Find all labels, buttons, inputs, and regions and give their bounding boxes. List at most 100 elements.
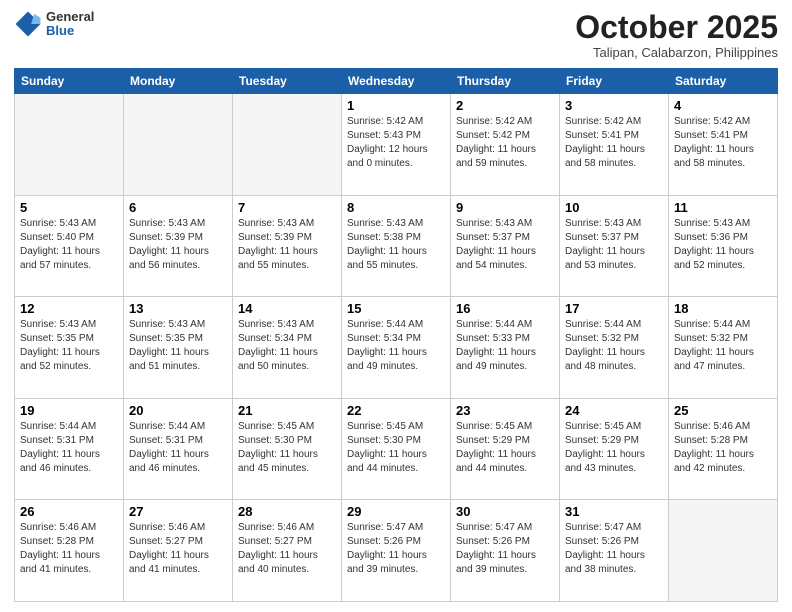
calendar-cell: 4Sunrise: 5:42 AMSunset: 5:41 PMDaylight… xyxy=(669,94,778,196)
calendar-table: SundayMondayTuesdayWednesdayThursdayFrid… xyxy=(14,68,778,602)
day-number: 28 xyxy=(238,504,336,519)
calendar-week-row: 12 Sunrise: 5:43 AMSunset: 5:35 PMDayligh… xyxy=(15,297,778,399)
calendar-cell: 1 Sunrise: 5:42 AMSunset: 5:43 PMDaylight… xyxy=(342,94,451,196)
calendar-header-row: SundayMondayTuesdayWednesdayThursdayFrid… xyxy=(15,69,778,94)
day-number: 20 xyxy=(129,403,227,418)
calendar-cell: 3Sunrise: 5:42 AMSunset: 5:41 PMDaylight… xyxy=(560,94,669,196)
day-number: 23 xyxy=(456,403,554,418)
day-number: 6 xyxy=(129,200,227,215)
logo-blue: Blue xyxy=(46,24,94,38)
day-info: Sunrise: 5:43 AMSunset: 5:39 PMDaylight:… xyxy=(129,217,227,273)
calendar-cell: 11Sunrise: 5:43 AMSunset: 5:36 PMDayligh… xyxy=(669,195,778,297)
day-info: Sunrise: 5:46 AMSunset: 5:27 PMDaylight:… xyxy=(129,521,227,577)
day-number: 13 xyxy=(129,301,227,316)
day-info: Sunrise: 5:43 AMSunset: 5:37 PMDaylight:… xyxy=(565,217,663,273)
day-number: 8 xyxy=(347,200,445,215)
calendar-cell xyxy=(669,500,778,602)
day-info: Sunrise: 5:43 AMSunset: 5:35 PMDaylight:… xyxy=(129,318,227,374)
calendar-cell: 23 Sunrise: 5:45 AMSunset: 5:29 PMDayligh… xyxy=(451,398,560,500)
calendar-cell: 10 Sunrise: 5:43 AMSunset: 5:37 PMDayligh… xyxy=(560,195,669,297)
day-number: 10 xyxy=(565,200,663,215)
calendar-cell: 26 Sunrise: 5:46 AMSunset: 5:28 PMDayligh… xyxy=(15,500,124,602)
day-info: Sunrise: 5:44 AMSunset: 5:32 PMDaylight:… xyxy=(674,318,772,374)
calendar-cell: 12 Sunrise: 5:43 AMSunset: 5:35 PMDayligh… xyxy=(15,297,124,399)
day-header-friday: Friday xyxy=(560,69,669,94)
day-number: 4 xyxy=(674,98,772,113)
calendar-cell: 29 Sunrise: 5:47 AMSunset: 5:26 PMDayligh… xyxy=(342,500,451,602)
day-number: 26 xyxy=(20,504,118,519)
calendar-cell: 14Sunrise: 5:43 AMSunset: 5:34 PMDayligh… xyxy=(233,297,342,399)
day-info: Sunrise: 5:43 AMSunset: 5:34 PMDaylight:… xyxy=(238,318,336,374)
day-number: 24 xyxy=(565,403,663,418)
day-header-thursday: Thursday xyxy=(451,69,560,94)
calendar-cell xyxy=(233,94,342,196)
day-number: 31 xyxy=(565,504,663,519)
calendar-week-row: 19 Sunrise: 5:44 AMSunset: 5:31 PMDayligh… xyxy=(15,398,778,500)
calendar-cell: 30 Sunrise: 5:47 AMSunset: 5:26 PMDayligh… xyxy=(451,500,560,602)
calendar-cell xyxy=(124,94,233,196)
day-number: 2 xyxy=(456,98,554,113)
day-number: 25 xyxy=(674,403,772,418)
day-info: Sunrise: 5:46 AMSunset: 5:28 PMDaylight:… xyxy=(674,420,772,476)
calendar-cell: 9 Sunrise: 5:43 AMSunset: 5:37 PMDaylight… xyxy=(451,195,560,297)
day-number: 22 xyxy=(347,403,445,418)
day-number: 30 xyxy=(456,504,554,519)
day-number: 1 xyxy=(347,98,445,113)
day-info: Sunrise: 5:46 AMSunset: 5:28 PMDaylight:… xyxy=(20,521,118,577)
day-info: Sunrise: 5:44 AMSunset: 5:33 PMDaylight:… xyxy=(456,318,554,374)
day-number: 29 xyxy=(347,504,445,519)
calendar-cell: 8 Sunrise: 5:43 AMSunset: 5:38 PMDaylight… xyxy=(342,195,451,297)
calendar-cell: 16 Sunrise: 5:44 AMSunset: 5:33 PMDayligh… xyxy=(451,297,560,399)
day-number: 9 xyxy=(456,200,554,215)
day-header-monday: Monday xyxy=(124,69,233,94)
calendar-cell: 22 Sunrise: 5:45 AMSunset: 5:30 PMDayligh… xyxy=(342,398,451,500)
calendar-cell: 18Sunrise: 5:44 AMSunset: 5:32 PMDayligh… xyxy=(669,297,778,399)
day-number: 17 xyxy=(565,301,663,316)
day-info: Sunrise: 5:44 AMSunset: 5:34 PMDaylight:… xyxy=(347,318,445,374)
header: General Blue October 2025 Talipan, Calab… xyxy=(14,10,778,60)
day-info: Sunrise: 5:45 AMSunset: 5:29 PMDaylight:… xyxy=(456,420,554,476)
day-info: Sunrise: 5:43 AMSunset: 5:36 PMDaylight:… xyxy=(674,217,772,273)
day-number: 5 xyxy=(20,200,118,215)
day-info: Sunrise: 5:43 AMSunset: 5:37 PMDaylight:… xyxy=(456,217,554,273)
day-header-saturday: Saturday xyxy=(669,69,778,94)
calendar-cell: 28 Sunrise: 5:46 AMSunset: 5:27 PMDayligh… xyxy=(233,500,342,602)
calendar-cell: 2Sunrise: 5:42 AMSunset: 5:42 PMDaylight… xyxy=(451,94,560,196)
calendar-cell: 27 Sunrise: 5:46 AMSunset: 5:27 PMDayligh… xyxy=(124,500,233,602)
day-number: 3 xyxy=(565,98,663,113)
day-info: Sunrise: 5:42 AMSunset: 5:43 PMDaylight:… xyxy=(347,115,445,171)
day-number: 21 xyxy=(238,403,336,418)
calendar-cell xyxy=(15,94,124,196)
day-header-wednesday: Wednesday xyxy=(342,69,451,94)
logo-general: General xyxy=(46,10,94,24)
day-info: Sunrise: 5:43 AMSunset: 5:35 PMDaylight:… xyxy=(20,318,118,374)
day-info: Sunrise: 5:43 AMSunset: 5:40 PMDaylight:… xyxy=(20,217,118,273)
day-info: Sunrise: 5:47 AMSunset: 5:26 PMDaylight:… xyxy=(456,521,554,577)
day-number: 19 xyxy=(20,403,118,418)
day-info: Sunrise: 5:45 AMSunset: 5:30 PMDaylight:… xyxy=(238,420,336,476)
day-info: Sunrise: 5:45 AMSunset: 5:30 PMDaylight:… xyxy=(347,420,445,476)
calendar-cell: 21 Sunrise: 5:45 AMSunset: 5:30 PMDayligh… xyxy=(233,398,342,500)
calendar-cell: 13 Sunrise: 5:43 AMSunset: 5:35 PMDayligh… xyxy=(124,297,233,399)
day-info: Sunrise: 5:44 AMSunset: 5:31 PMDaylight:… xyxy=(129,420,227,476)
calendar-container: General Blue October 2025 Talipan, Calab… xyxy=(0,0,792,612)
calendar-cell: 15 Sunrise: 5:44 AMSunset: 5:34 PMDayligh… xyxy=(342,297,451,399)
day-info: Sunrise: 5:43 AMSunset: 5:38 PMDaylight:… xyxy=(347,217,445,273)
day-info: Sunrise: 5:45 AMSunset: 5:29 PMDaylight:… xyxy=(565,420,663,476)
day-number: 12 xyxy=(20,301,118,316)
day-number: 15 xyxy=(347,301,445,316)
day-info: Sunrise: 5:46 AMSunset: 5:27 PMDaylight:… xyxy=(238,521,336,577)
day-info: Sunrise: 5:43 AMSunset: 5:39 PMDaylight:… xyxy=(238,217,336,273)
logo: General Blue xyxy=(14,10,94,39)
day-number: 16 xyxy=(456,301,554,316)
calendar-cell: 6 Sunrise: 5:43 AMSunset: 5:39 PMDaylight… xyxy=(124,195,233,297)
calendar-cell: 17 Sunrise: 5:44 AMSunset: 5:32 PMDayligh… xyxy=(560,297,669,399)
calendar-cell: 20 Sunrise: 5:44 AMSunset: 5:31 PMDayligh… xyxy=(124,398,233,500)
day-info: Sunrise: 5:47 AMSunset: 5:26 PMDaylight:… xyxy=(347,521,445,577)
day-info: Sunrise: 5:47 AMSunset: 5:26 PMDaylight:… xyxy=(565,521,663,577)
day-number: 27 xyxy=(129,504,227,519)
calendar-week-row: 26 Sunrise: 5:46 AMSunset: 5:28 PMDayligh… xyxy=(15,500,778,602)
day-info: Sunrise: 5:44 AMSunset: 5:32 PMDaylight:… xyxy=(565,318,663,374)
title-block: October 2025 Talipan, Calabarzon, Philip… xyxy=(575,10,778,60)
day-header-sunday: Sunday xyxy=(15,69,124,94)
